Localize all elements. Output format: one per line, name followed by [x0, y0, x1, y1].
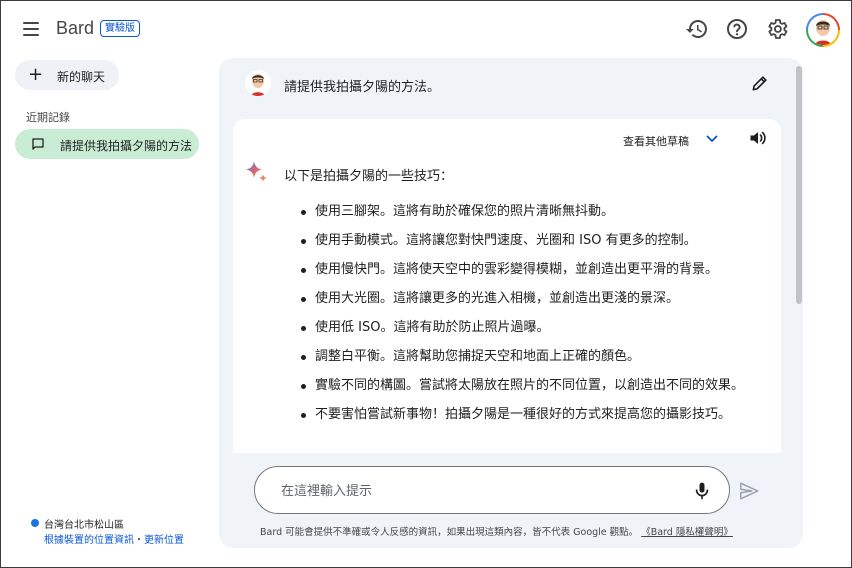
history-icon[interactable]: [685, 17, 709, 41]
help-icon[interactable]: [725, 17, 749, 41]
list-item: 實驗不同的構圖。嘗試將太陽放在照片的不同位置，以創造出不同的效果。: [299, 376, 759, 396]
disclaimer-text: Bard 可能會提供不準確或令人反感的資訊，如果出現這類內容，皆不代表 Goog…: [260, 524, 733, 538]
menu-icon-line: [23, 28, 39, 30]
list-item: 使用手動模式。這將讓您對快門速度、光圈和 ISO 有更多的控制。: [299, 231, 759, 251]
experiment-badge: 實驗版: [100, 20, 140, 37]
prompt-input-box: [254, 466, 730, 514]
location-separator: ・: [134, 535, 144, 546]
chevron-down-icon[interactable]: [705, 132, 719, 146]
recent-chat-label: 請提供我拍攝夕陽的方法: [60, 139, 192, 153]
location-links: 根據裝置的位置資訊・更新位置: [44, 531, 184, 546]
recent-chat-item[interactable]: 請提供我拍攝夕陽的方法: [15, 129, 199, 159]
speaker-icon[interactable]: [748, 128, 768, 148]
bard-sparkle-icon: [246, 161, 267, 182]
avatar-face: [808, 15, 838, 45]
send-icon[interactable]: [738, 480, 760, 502]
main-menu-button[interactable]: [21, 18, 43, 40]
account-avatar[interactable]: [806, 13, 840, 47]
update-location-link[interactable]: 更新位置: [144, 535, 184, 546]
user-avatar: [245, 70, 271, 96]
list-item: 使用低 ISO。這將有助於防止照片過曝。: [299, 318, 759, 338]
chat-panel: 請提供我拍攝夕陽的方法。 查看其他草稿 以下是拍攝夕陽的一些技巧： 使用三腳架。…: [219, 58, 803, 548]
location-place: 台灣台北市松山區: [44, 520, 124, 531]
view-drafts-button[interactable]: 查看其他草稿: [623, 133, 689, 149]
bard-response: 查看其他草稿 以下是拍攝夕陽的一些技巧： 使用三腳架。這將有助於確保您的照片清晰…: [233, 119, 781, 453]
new-chat-label: 新的聊天: [57, 70, 106, 84]
tips-list: 使用三腳架。這將有助於確保您的照片清晰無抖動。 使用手動模式。這將讓您對快門速度…: [299, 202, 759, 434]
new-chat-button[interactable]: + 新的聊天: [15, 60, 119, 90]
chat-bubble-icon: [32, 138, 44, 150]
response-intro: 以下是拍攝夕陽的一些技巧：: [284, 169, 454, 184]
recent-section-title: 近期記錄: [26, 111, 70, 124]
plus-icon: +: [28, 64, 44, 85]
person-avatar-icon: [815, 20, 831, 45]
person-avatar-icon: [251, 74, 265, 96]
prompt-input[interactable]: [281, 481, 681, 501]
menu-icon-line: [23, 22, 39, 24]
settings-icon[interactable]: [765, 17, 789, 41]
menu-icon-line: [23, 34, 39, 36]
list-item: 不要害怕嘗試新事物！拍攝夕陽是一種很好的方式來提高您的攝影技巧。: [299, 405, 759, 425]
list-item: 使用大光圈。這將讓更多的光進入相機，並創造出更淺的景深。: [299, 289, 759, 309]
user-prompt: 請提供我拍攝夕陽的方法。: [284, 80, 441, 95]
edit-pencil-icon[interactable]: [750, 73, 770, 93]
list-item: 使用三腳架。這將有助於確保您的照片清晰無抖動。: [299, 202, 759, 222]
microphone-icon[interactable]: [692, 481, 712, 501]
list-item: 調整白平衡。這將幫助您捕捉天空和地面上正確的顏色。: [299, 347, 759, 367]
device-location-link[interactable]: 根據裝置的位置資訊: [44, 535, 134, 546]
privacy-notice-link[interactable]: 《Bard 隱私權聲明》: [641, 527, 733, 538]
location-dot-icon: [31, 519, 39, 527]
scrollbar-thumb[interactable]: [796, 66, 802, 304]
top-bar: Bard 實驗版: [1, 1, 851, 59]
list-item: 使用慢快門。這將使天空中的雲彩變得模糊，並創造出更平滑的背景。: [299, 260, 759, 280]
disclaimer-body: Bard 可能會提供不準確或令人反感的資訊，如果出現這類內容，皆不代表 Goog…: [260, 527, 639, 538]
app-logo: Bard: [56, 18, 95, 38]
